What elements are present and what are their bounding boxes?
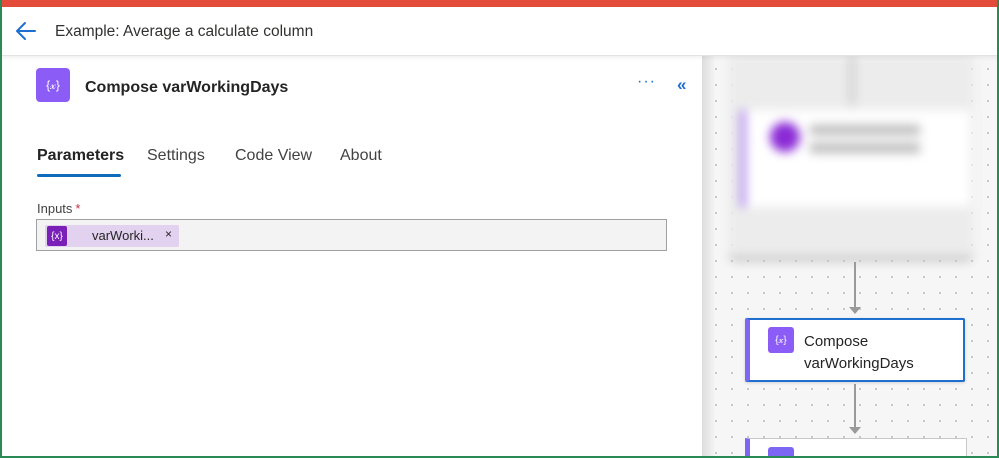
remove-token-icon[interactable]: × <box>165 227 172 241</box>
compose-action-icon: {𝓍} <box>36 68 70 102</box>
back-arrow-icon[interactable] <box>15 21 37 41</box>
connector-arrow-icon-2 <box>849 427 861 434</box>
tab-code-view[interactable]: Code View <box>235 147 312 165</box>
tab-parameters[interactable]: Parameters <box>37 147 124 165</box>
inputs-label-text: Inputs <box>37 201 73 216</box>
required-marker: * <box>75 201 81 216</box>
header-bar: Example: Average a calculate column <box>0 7 999 56</box>
more-options-button[interactable]: ··· <box>637 73 656 91</box>
compose-action-node[interactable]: {𝓍} Compose varWorkingDays <box>745 318 965 382</box>
connector-arrow-icon <box>849 307 861 314</box>
flow-designer-canvas[interactable]: {𝓍} Compose varWorkingDays <box>702 55 999 458</box>
compose-node-icon: {𝓍} <box>768 327 794 353</box>
next-action-icon <box>768 447 794 458</box>
connector-line <box>854 262 856 308</box>
active-tab-indicator <box>37 174 121 177</box>
tab-about[interactable]: About <box>340 147 382 165</box>
next-action-node[interactable] <box>745 438 967 458</box>
collapse-panel-button[interactable]: « <box>677 75 686 95</box>
connector-line-2 <box>854 384 856 428</box>
compose-glyph: {𝓍} <box>46 77 60 92</box>
inputs-field[interactable]: {x} varWorki... × <box>36 219 667 251</box>
panel-shadow <box>702 55 716 458</box>
inputs-label: Inputs * <box>37 201 80 216</box>
action-title: Compose varWorkingDays <box>85 79 289 96</box>
top-accent-bar <box>0 0 999 7</box>
variable-icon: {x} <box>47 226 67 246</box>
action-details-panel: {𝓍} Compose varWorkingDays ··· « Paramet… <box>2 55 702 456</box>
variable-glyph: {x} <box>51 230 63 242</box>
blurred-previous-action <box>728 55 974 260</box>
page-title: Example: Average a calculate column <box>55 23 314 40</box>
compose-node-glyph: {𝓍} <box>775 334 787 346</box>
tab-settings[interactable]: Settings <box>147 147 205 165</box>
variable-token[interactable]: {x} varWorki... × <box>45 225 179 247</box>
node-title: Compose varWorkingDays <box>804 333 914 372</box>
token-label: varWorki... <box>92 228 154 243</box>
